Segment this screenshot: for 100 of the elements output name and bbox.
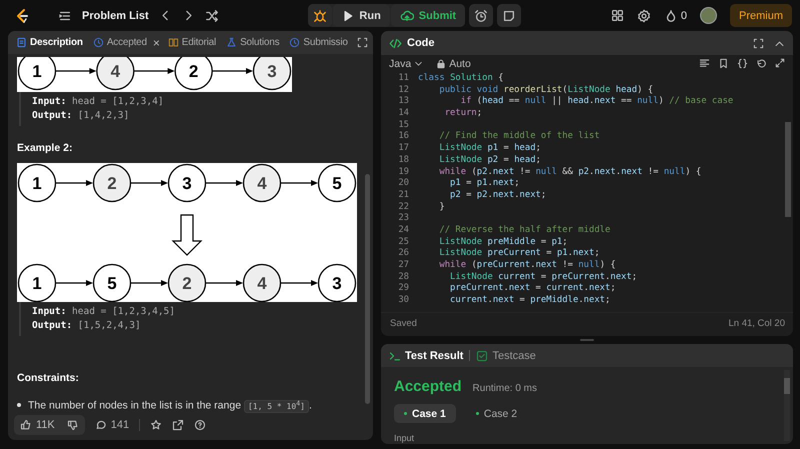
code-line: p2 = p2.next.next; <box>449 190 546 202</box>
list-node: 3 <box>168 164 206 202</box>
line-number: 23 <box>397 213 409 225</box>
case-tab[interactable]: Case 1 <box>394 404 456 423</box>
line-number: 20 <box>397 178 409 190</box>
line-number: 14 <box>397 108 409 120</box>
fullscreen-icon[interactable] <box>356 37 368 48</box>
scrollbar-thumb[interactable] <box>785 122 791 217</box>
avatar[interactable] <box>700 7 717 24</box>
debug-button[interactable] <box>308 4 332 27</box>
panel-tab[interactable]: Solutions <box>224 37 282 48</box>
comment-icon[interactable] <box>94 419 107 431</box>
arrow <box>281 180 318 186</box>
logo-icon[interactable] <box>14 8 30 24</box>
shuffle-icon[interactable] <box>204 8 219 22</box>
bookmark-icon[interactable] <box>718 58 729 69</box>
list-node: 2 <box>92 164 132 202</box>
list-node: 3 <box>252 57 292 90</box>
list-node: 2 <box>168 264 206 302</box>
format-icon[interactable] <box>699 58 710 69</box>
arrow <box>281 280 318 286</box>
line-number: 26 <box>397 248 409 260</box>
code-line: ListNode preMiddle = p1; <box>438 236 568 248</box>
line-number: 12 <box>397 84 409 96</box>
line-number: 13 <box>397 96 409 108</box>
panel-tab[interactable]: Editorial <box>166 37 218 48</box>
settings-icon[interactable] <box>636 8 651 22</box>
panel-tab[interactable]: Submissio <box>287 37 350 48</box>
example-line: Output: [1,4,2,3] <box>32 109 130 123</box>
premium-button[interactable]: Premium <box>730 4 792 27</box>
close-button[interactable]: × <box>152 36 160 50</box>
arrow <box>134 68 175 74</box>
arrow <box>206 180 243 186</box>
code-line: class Solution { <box>418 73 504 85</box>
down-arrow <box>172 214 202 256</box>
panel-tab[interactable]: Description <box>14 37 85 48</box>
streak-count: 0 <box>680 10 687 22</box>
star-icon[interactable] <box>150 419 162 431</box>
run-button[interactable]: Run <box>333 4 390 27</box>
play-icon <box>342 10 354 22</box>
thumbs-down-icon <box>66 419 79 431</box>
panel-tab[interactable]: Test Result <box>389 350 464 362</box>
alarm-clock-icon <box>474 8 488 22</box>
panel-tab[interactable]: Testcase <box>476 350 536 362</box>
code-line: preCurrent.next = current.next; <box>449 283 616 295</box>
comment-count[interactable]: 141 <box>110 419 130 431</box>
book-icon <box>168 37 179 48</box>
help-icon[interactable] <box>194 419 206 431</box>
submit-button[interactable]: Submit <box>390 4 466 27</box>
list-node: 2 <box>174 57 213 90</box>
list-node: 4 <box>96 57 134 90</box>
list-node: 4 <box>242 264 282 302</box>
checkbox-icon <box>476 350 488 362</box>
status-dot <box>476 412 479 415</box>
flask-icon <box>226 37 238 48</box>
case-tab[interactable]: Case 2 <box>466 404 528 423</box>
fullscreen-icon[interactable] <box>753 38 764 48</box>
code-line: public void reorderList(ListNode head) { <box>438 84 654 96</box>
code-icon <box>389 36 402 50</box>
list-node: 1 <box>18 264 56 302</box>
line-number: 28 <box>397 272 409 283</box>
section-label: Input <box>394 433 416 443</box>
braces-icon[interactable] <box>737 58 748 69</box>
save-status: Saved <box>390 318 417 329</box>
code-line: ListNode preCurrent = p1.next; <box>438 248 600 260</box>
code-line: while (preCurrent.next != null) { <box>438 260 616 272</box>
line-number: 11 <box>397 73 409 85</box>
scrollbar-thumb[interactable] <box>365 174 370 404</box>
language-dropdown[interactable]: Java <box>389 58 424 70</box>
code-line: } <box>438 202 445 214</box>
bullet-dot <box>17 403 21 408</box>
line-number: 16 <box>397 131 409 144</box>
code-line: p1 = p1.next; <box>449 178 520 190</box>
example-line: Output: [1,5,2,4,3] <box>32 319 142 333</box>
code-line: // Reverse the half after middle <box>438 224 610 237</box>
constraint-text: The number of nodes in the list is in the range [1, 5 * 10$^{4}$] . <box>28 399 312 412</box>
cursor-position: Ln 41, Col 20 <box>728 318 785 329</box>
note-button[interactable] <box>497 4 522 27</box>
line-number: 15 <box>397 120 409 131</box>
line-number: 29 <box>397 283 409 295</box>
line-number: 25 <box>397 236 409 248</box>
share-icon[interactable] <box>172 419 184 431</box>
note-icon <box>502 8 516 22</box>
mode-label[interactable]: Auto <box>449 58 471 70</box>
expand-icon[interactable] <box>775 58 785 68</box>
document-icon <box>16 37 27 48</box>
problem-list-link[interactable]: Problem List <box>82 10 149 22</box>
code-line: // Find the middle of the list <box>438 131 600 143</box>
arrow <box>212 68 253 74</box>
list-node: 5 <box>92 264 132 302</box>
reset-icon[interactable] <box>756 58 767 69</box>
panel-title: Code <box>407 37 434 49</box>
line-number: 24 <box>397 224 409 237</box>
scrollbar-thumb[interactable] <box>784 378 790 394</box>
timer-button[interactable] <box>469 4 494 27</box>
arrow <box>131 280 168 286</box>
example-line: Input: head = [1,2,3,4,5] <box>32 305 176 319</box>
line-number: 18 <box>397 154 409 166</box>
grid-icon[interactable] <box>610 9 624 22</box>
panel-tab[interactable]: Accepted <box>90 37 149 48</box>
